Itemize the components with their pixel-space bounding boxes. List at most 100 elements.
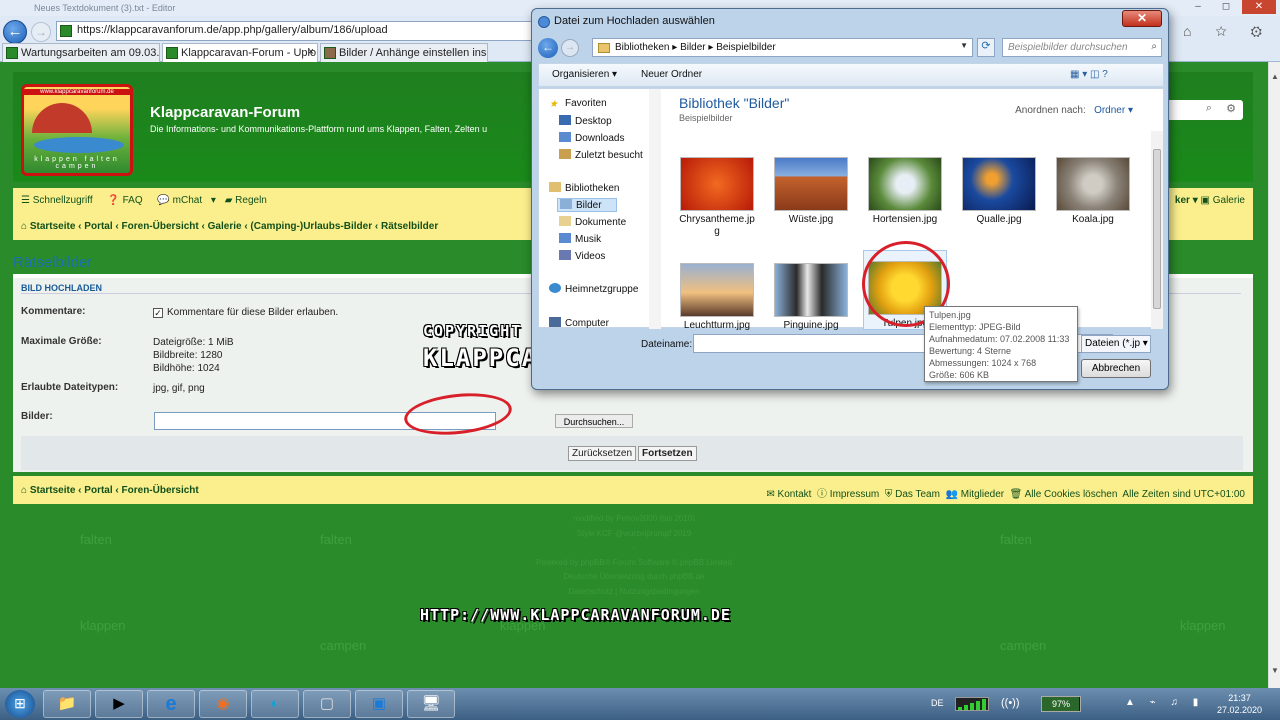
contact-link[interactable]: ✉ Kontakt	[766, 489, 811, 500]
arrange-dropdown[interactable]: Ordner ▾	[1094, 105, 1133, 116]
wifi-icon[interactable]: ((•))	[1001, 697, 1020, 709]
tree-item-libraries[interactable]: Bibliotheken	[549, 182, 619, 194]
site-title[interactable]: Klappcaravan-Forum	[150, 104, 300, 121]
user-menu[interactable]: ker ▾	[1175, 195, 1198, 206]
tree-item-favoriten[interactable]: ★ Favoriten	[549, 98, 607, 110]
credit-line[interactable]: Deutsche Übersetzung durch phpBB.de	[0, 570, 1268, 585]
language-indicator[interactable]: DE	[931, 698, 944, 708]
tooltip-line: Tulpen.jpg	[929, 310, 971, 320]
faq-link[interactable]: ❓ FAQ	[107, 195, 148, 206]
signal-strength-icon[interactable]	[955, 697, 989, 711]
path-item[interactable]: Beispielbilder	[716, 42, 775, 53]
search-icon[interactable]: ⌕	[1199, 102, 1219, 118]
organize-button[interactable]: Organisieren ▾	[552, 69, 617, 80]
tree-item-computer[interactable]: Computer	[549, 317, 609, 329]
home-star-gear-icon[interactable]: ⌂ ☆ ⚙	[1183, 23, 1272, 39]
store-taskbar-icon[interactable]: ▣	[355, 690, 403, 718]
start-button[interactable]: ⊞	[5, 690, 35, 718]
credit-line[interactable]: Datenschutz | Nutzungsbedingungen	[0, 585, 1268, 600]
watermark-text: campen	[320, 638, 367, 653]
edge-taskbar-icon[interactable]: ◐	[251, 690, 299, 718]
tree-item-recent[interactable]: Zuletzt besucht	[559, 149, 643, 161]
tree-item-videos[interactable]: Videos	[559, 250, 605, 262]
browse-button[interactable]: Durchsuchen...	[555, 414, 633, 428]
credit-line[interactable]: Style KCF @wurzelprumpf 2019	[0, 527, 1268, 542]
breadcrumb[interactable]: ⌂ Startseite ‹ Portal ‹ Foren-Übersicht …	[21, 221, 438, 232]
back-button[interactable]: ←	[3, 20, 27, 44]
chevron-down-icon[interactable]: ▼	[960, 41, 968, 50]
internet-explorer-taskbar-icon[interactable]: e	[147, 690, 195, 718]
refresh-button[interactable]: ⟳	[977, 38, 995, 57]
address-bar[interactable]: https://klappcaravanforum.de/app.php/gal…	[56, 21, 536, 41]
delete-cookies-link[interactable]: 🗑 Alle Cookies löschen	[1010, 489, 1118, 500]
footer-breadcrumb[interactable]: ⌂ Startseite ‹ Portal ‹ Foren-Übersicht	[21, 485, 199, 496]
gallery-link[interactable]: ▣ Galerie	[1201, 195, 1245, 206]
tab-close-icon[interactable]: ×	[308, 46, 314, 58]
dialog-search-input[interactable]: Beispielbilder durchsuchen ⌕	[1002, 38, 1162, 57]
tree-item-documents[interactable]: Dokumente	[559, 216, 626, 228]
tooltip-line: Elementtyp: JPEG-Bild	[929, 322, 1021, 332]
maximize-button[interactable]: ◻	[1214, 0, 1238, 14]
forward-button[interactable]: →	[31, 22, 51, 42]
file-thumbnail[interactable]: Qualle.jpg	[957, 157, 1041, 226]
quicklinks-menu[interactable]: ☰ Schnellzugriff	[21, 195, 99, 206]
search-icon[interactable]: ⌕	[1151, 41, 1157, 52]
scroll-down-icon[interactable]: ▼	[1270, 666, 1280, 678]
file-type-select[interactable]: Dateien (*.jp ▾	[1081, 335, 1151, 353]
scroll-up-icon[interactable]: ▲	[1270, 72, 1280, 84]
members-link[interactable]: 👥 Mitglieder	[946, 489, 1005, 500]
tree-scrollbar[interactable]	[649, 89, 661, 329]
submit-button[interactable]: Fortsetzen	[638, 446, 697, 461]
comments-checkbox[interactable]: ✓	[153, 308, 163, 318]
new-folder-button[interactable]: Neuer Ordner	[641, 69, 702, 80]
tree-item-desktop[interactable]: Desktop	[559, 115, 612, 127]
window-taskbar-icon[interactable]: ▢	[303, 690, 351, 718]
dialog-forward-button[interactable]: →	[561, 39, 579, 57]
arrange-by[interactable]: Anordnen nach: Ordner ▾	[1015, 105, 1133, 116]
site-logo[interactable]: www.klappcaravanforum.de klappen falten …	[21, 84, 133, 176]
dialog-close-button[interactable]: ✕	[1122, 10, 1162, 27]
imprint-link[interactable]: ⓘ Impressum	[817, 489, 879, 500]
library-icon	[549, 182, 561, 192]
battery-indicator[interactable]: 97%	[1041, 696, 1081, 712]
file-thumbnail[interactable]: Hortensien.jpg	[863, 157, 947, 226]
file-thumbnail[interactable]: Pinguine.jpg	[769, 263, 853, 332]
tree-item-homegroup[interactable]: Heimnetzgruppe	[549, 283, 638, 295]
explorer-taskbar-icon[interactable]: 📁	[43, 690, 91, 718]
tab-upload[interactable]: Klappcaravan-Forum - Uplo... ×	[162, 43, 318, 62]
files-scrollbar[interactable]	[1151, 131, 1163, 329]
file-thumbnail[interactable]: Koala.jpg	[1051, 157, 1135, 226]
rules-link[interactable]: ▰ Regeln	[225, 195, 273, 206]
minimize-button[interactable]: –	[1186, 0, 1210, 14]
tooltip-line: Größe: 606 KB	[929, 370, 990, 380]
dialog-back-button[interactable]: ←	[538, 38, 558, 58]
media-player-taskbar-icon[interactable]: ▶	[95, 690, 143, 718]
team-link[interactable]: ⛨ Das Team	[885, 489, 940, 500]
file-thumbnail[interactable]: Wüste.jpg	[769, 157, 853, 226]
path-item[interactable]: Bibliotheken	[615, 42, 669, 53]
firefox-taskbar-icon[interactable]: ◉	[199, 690, 247, 718]
clock[interactable]: 21:37 27.02.2020	[1217, 692, 1262, 716]
close-window-button[interactable]: ✕	[1242, 0, 1276, 14]
page-scrollbar[interactable]: ▲ ▼	[1268, 62, 1280, 688]
path-item[interactable]: Bilder	[680, 42, 706, 53]
tray-icons[interactable]: ▲ ⌁ ♫ ▮	[1125, 697, 1204, 708]
dialog-path-bar[interactable]: Bibliotheken ▸ Bilder ▸ Beispielbilder ▼	[592, 38, 973, 57]
mchat-link[interactable]: 💬 mChat ▾	[157, 195, 216, 206]
tree-item-pictures[interactable]: Bilder	[557, 198, 617, 212]
view-options-icon[interactable]: ▦ ▾ ◫ ?	[1070, 69, 1108, 80]
file-thumbnail[interactable]: Leuchtturm.jpg	[675, 263, 759, 332]
comments-option[interactable]: ✓ Kommentare für diese Bilder erlauben.	[153, 306, 338, 319]
reset-button[interactable]: Zurücksetzen	[568, 446, 637, 461]
credit-line[interactable]: Powered by phpBB® Forum Software © phpBB…	[0, 556, 1268, 571]
gear-icon[interactable]: ⚙	[1221, 102, 1241, 118]
file-thumbnail[interactable]: Chrysantheme.jp g	[675, 157, 759, 238]
scrollbar-thumb[interactable]	[1153, 149, 1161, 309]
tab-bilder-anhaenge[interactable]: Bilder / Anhänge einstellen ins ...	[320, 43, 488, 62]
cancel-button[interactable]: Abbrechen	[1081, 359, 1151, 378]
tree-item-downloads[interactable]: Downloads	[559, 132, 624, 144]
tab-wartungsarbeiten[interactable]: Wartungsarbeiten am 09.03.20...	[2, 43, 160, 62]
tree-item-music[interactable]: Musik	[559, 233, 601, 245]
remote-taskbar-icon[interactable]: 🖥	[407, 690, 455, 718]
footer-nav: ⌂ Startseite ‹ Portal ‹ Foren-Übersicht …	[13, 476, 1253, 504]
